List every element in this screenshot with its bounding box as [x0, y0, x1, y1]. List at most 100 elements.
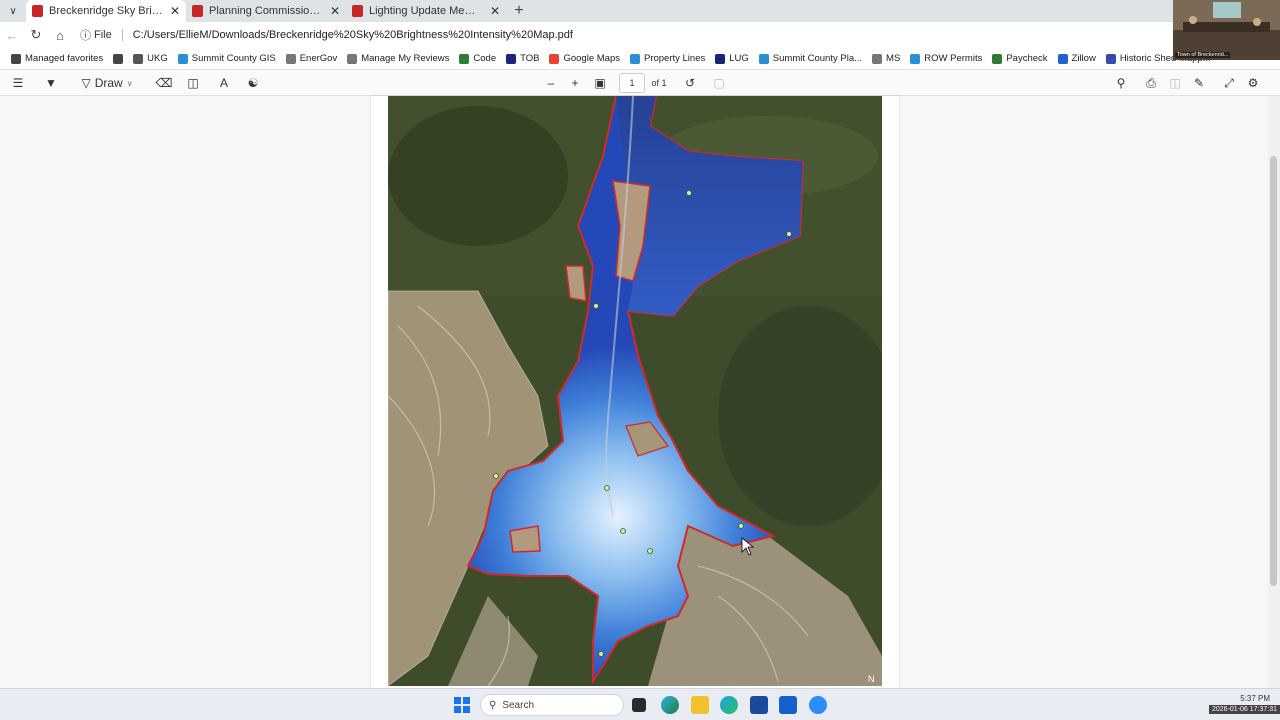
site-info-button[interactable]: ⓘ File — [80, 27, 112, 43]
url-field[interactable]: ⓘ File C:/Users/EllieM/Downloads/Brecken… — [76, 24, 1166, 46]
search-icon[interactable]: ⚲ — [1111, 71, 1131, 95]
energov-icon — [285, 53, 296, 64]
map-image: N — [388, 96, 882, 686]
contents-list-icon[interactable]: ☰ — [8, 71, 28, 95]
outlook-icon[interactable] — [750, 696, 768, 714]
bookmark-reader[interactable] — [108, 53, 128, 64]
bookmark-label: Paycheck — [1006, 53, 1048, 64]
bookmark-tob[interactable]: TOB — [501, 53, 544, 64]
fullscreen-icon[interactable]: ⤢ — [1219, 71, 1239, 95]
map-pin-icon — [549, 53, 560, 64]
settings-gear-icon[interactable]: ⚙ — [1243, 71, 1263, 95]
refresh-button[interactable]: ↻ — [24, 23, 48, 47]
tab-lighting-memo[interactable]: Lighting Update Memo PC 1.6.26 ✕ — [346, 0, 506, 22]
vertical-scrollbar[interactable] — [1268, 96, 1280, 688]
bookmark-ms[interactable]: MS — [867, 53, 905, 64]
webcam-label: Town of Breckenrid... — [1175, 52, 1231, 58]
bookmark-label: LUG — [729, 53, 749, 64]
taskbar-search[interactable]: ⚲ Search — [480, 694, 624, 716]
bookmark-label: Managed favorites — [25, 53, 104, 64]
file-explorer-icon[interactable] — [691, 696, 709, 714]
observation-point — [493, 473, 499, 479]
webcam-thumbnail[interactable]: Town of Breckenrid... — [1173, 0, 1280, 60]
reviews-icon — [347, 53, 358, 64]
highlight-icon[interactable]: ▼ — [36, 71, 66, 95]
save-icon[interactable]: ◫ — [1165, 71, 1185, 95]
zoom-app-icon[interactable] — [809, 696, 827, 714]
bookmark-summit-county-pla[interactable]: Summit County Pla... — [754, 53, 867, 64]
tob-icon — [506, 53, 517, 64]
copilot-icon[interactable] — [661, 696, 679, 714]
bookmark-label: Google Maps — [563, 53, 620, 64]
pdf-page: N — [371, 96, 899, 688]
start-button[interactable] — [454, 697, 470, 713]
bookmark-code[interactable]: Code — [454, 53, 501, 64]
search-icon: ⚲ — [489, 699, 497, 711]
info-icon: ⓘ — [80, 30, 91, 42]
new-tab-button[interactable]: + — [506, 0, 532, 22]
bookmark-label: Code — [473, 53, 497, 64]
bookmark-paycheck[interactable]: Paycheck — [987, 53, 1052, 64]
address-bar: ← ↻ ⌂ ⓘ File C:/Users/EllieM/Downloads/B… — [0, 22, 1280, 48]
close-icon[interactable]: ✕ — [490, 4, 500, 18]
code-icon — [459, 53, 470, 64]
bookmark-summit-county-gis[interactable]: Summit County GIS — [173, 53, 281, 64]
print-icon[interactable]: ⎙ — [1141, 71, 1161, 95]
back-button[interactable]: ← — [0, 23, 24, 47]
translate-icon[interactable]: ☯ — [243, 71, 263, 95]
folder-icon — [11, 53, 21, 64]
observation-point — [620, 528, 626, 534]
tab-title: Lighting Update Memo PC 1.6.26 — [369, 5, 484, 17]
observation-point — [604, 485, 610, 491]
bookmark-google-maps[interactable]: Google Maps — [544, 53, 625, 64]
draw-button[interactable]: ▽ Draw ∨ — [81, 71, 133, 95]
fit-page-icon[interactable]: ▣ — [590, 71, 610, 95]
zoom-in-button[interactable]: + — [565, 71, 585, 95]
zillow-icon — [1057, 53, 1068, 64]
bookmark-manage-my-reviews[interactable]: Manage My Reviews — [342, 53, 454, 64]
lug-icon — [715, 53, 726, 64]
observation-point — [738, 523, 744, 529]
app-icon[interactable] — [779, 696, 797, 714]
page-total: of 1 — [651, 78, 667, 88]
bookmark-lug[interactable]: LUG — [710, 53, 754, 64]
eraser-icon[interactable]: ⌫ — [154, 71, 174, 95]
pdf-viewer[interactable]: N — [0, 96, 1268, 688]
page-view-icon[interactable]: ◫ — [183, 71, 203, 95]
observation-point — [686, 190, 692, 196]
rotate-icon[interactable]: ↺ — [680, 71, 700, 95]
ms-icon — [872, 53, 883, 64]
bookmark-ukg[interactable]: UKG — [128, 53, 173, 64]
tab-planning-agenda[interactable]: Planning Commission Agenda 20 ✕ — [186, 0, 346, 22]
bookmark-energov[interactable]: EnerGov — [281, 53, 343, 64]
read-aloud-icon[interactable]: A — [214, 71, 234, 95]
pdf-icon — [192, 5, 203, 17]
two-page-icon[interactable]: ▢ — [709, 71, 729, 95]
pdf-icon — [352, 5, 363, 17]
page-number-input[interactable]: 1 — [619, 73, 645, 93]
sky-brightness-map: N — [388, 96, 882, 686]
bookmark-row-permits[interactable]: ROW Permits — [905, 53, 987, 64]
save-as-icon[interactable]: ✎ — [1189, 71, 1209, 95]
recording-timestamp: 2026-01-06 17:37:31 — [1209, 705, 1280, 714]
pdf-toolbar: ☰ ▼ ▽ Draw ∨ ⌫ ◫ A ☯ – + ▣ 1 of 1 ↺ ▢ ⚲ … — [0, 70, 1280, 96]
bookmark-property-lines[interactable]: Property Lines — [625, 53, 710, 64]
task-view-icon[interactable] — [632, 698, 646, 712]
home-button[interactable]: ⌂ — [48, 23, 72, 47]
chevron-down-icon: ∨ — [126, 78, 133, 88]
tab-bar: ∨ Breckenridge Sky Brightness Inte ✕ Pla… — [0, 0, 1280, 22]
bookmarks-bar: Managed favorites UKG Summit County GIS Ene… — [0, 48, 1280, 70]
edge-browser-icon[interactable] — [720, 696, 738, 714]
close-icon[interactable]: ✕ — [330, 4, 340, 18]
tab-sky-brightness[interactable]: Breckenridge Sky Brightness Inte ✕ — [26, 0, 186, 22]
bookmark-managed-favorites[interactable]: Managed favorites — [6, 53, 108, 64]
tab-actions-chevron-icon[interactable]: ∨ — [0, 0, 26, 22]
zoom-out-button[interactable]: – — [541, 71, 561, 95]
taskbar: ⚲ Search 5:37 PM 2026-01-06 17:37:31 — [0, 688, 1280, 720]
scrollbar-thumb[interactable] — [1270, 156, 1277, 586]
close-icon[interactable]: ✕ — [170, 4, 180, 18]
bookmark-label: Zillow — [1071, 53, 1096, 64]
system-clock[interactable]: 5:37 PM — [1240, 693, 1270, 705]
webcam-image — [1173, 0, 1280, 60]
bookmark-zillow[interactable]: Zillow — [1053, 53, 1101, 64]
